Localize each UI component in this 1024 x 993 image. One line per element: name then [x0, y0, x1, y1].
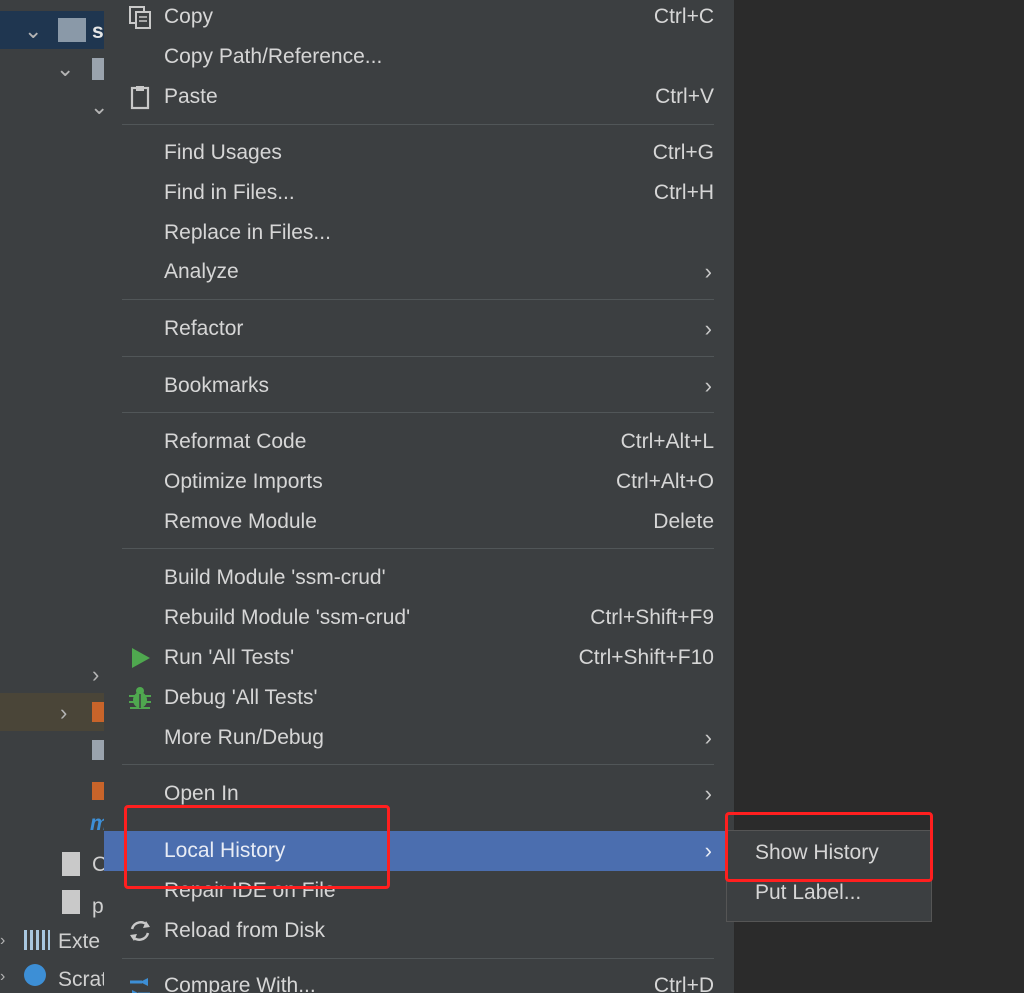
menu-item-label: Reformat Code: [164, 430, 307, 453]
menu-separator: [122, 548, 714, 549]
chevron-down-icon[interactable]: ⌄: [24, 20, 42, 42]
annotation-highlight-box: [124, 805, 390, 889]
file-icon: [92, 740, 104, 760]
menu-item-build-module[interactable]: Build Module 'ssm-crud': [104, 558, 734, 598]
menu-item-label: Paste: [164, 85, 218, 108]
menu-item-copy[interactable]: Copy Ctrl+C: [104, 0, 734, 37]
menu-item-label: More Run/Debug: [164, 726, 324, 749]
tree-row-selected[interactable]: [0, 11, 104, 49]
file-icon: [62, 890, 80, 914]
menu-item-label: Find Usages: [164, 141, 282, 164]
menu-item-rebuild-module[interactable]: Rebuild Module 'ssm-crud' Ctrl+Shift+F9: [104, 598, 734, 638]
menu-item-label: Refactor: [164, 317, 244, 340]
menu-item-shortcut: Delete: [653, 510, 714, 533]
tree-item-label[interactable]: p: [92, 895, 104, 919]
chevron-right-icon[interactable]: ›: [92, 664, 99, 686]
tree-item-label[interactable]: s: [92, 20, 104, 44]
chevron-right-icon: ›: [704, 373, 712, 398]
tree-item-label[interactable]: Exte: [58, 930, 100, 954]
menu-item-find-in-files[interactable]: Find in Files... Ctrl+H: [104, 173, 734, 213]
paste-icon: [130, 86, 150, 110]
menu-item-paste[interactable]: Paste Ctrl+V: [104, 77, 734, 117]
menu-item-label: Copy Path/Reference...: [164, 45, 383, 68]
menu-item-label: Build Module 'ssm-crud': [164, 566, 386, 589]
chevron-right-icon[interactable]: ›: [0, 930, 5, 952]
chevron-right-icon: ›: [704, 838, 712, 863]
annotation-highlight-box: [725, 812, 933, 882]
menu-item-debug-all-tests[interactable]: Debug 'All Tests': [104, 678, 734, 718]
chevron-down-icon[interactable]: ⌄: [90, 96, 104, 118]
menu-separator: [122, 299, 714, 300]
menu-item-optimize-imports[interactable]: Optimize Imports Ctrl+Alt+O: [104, 462, 734, 502]
menu-item-label: Copy: [164, 5, 214, 28]
menu-item-shortcut: Ctrl+Shift+F10: [578, 646, 714, 669]
menu-item-bookmarks[interactable]: Bookmarks ›: [104, 366, 734, 406]
menu-separator: [122, 412, 714, 413]
folder-icon: [92, 58, 104, 80]
chevron-right-icon[interactable]: ›: [0, 966, 5, 988]
menu-item-label: Analyze: [164, 260, 239, 283]
menu-item-shortcut: Ctrl+H: [653, 181, 714, 204]
project-tree-panel: ⌄ s ⌄ ⌄ › › m C p › Exte › Scrat: [0, 0, 104, 993]
menu-item-run-all-tests[interactable]: Run 'All Tests' Ctrl+Shift+F10: [104, 638, 734, 678]
menu-item-shortcut: Ctrl+G: [652, 141, 714, 164]
chevron-right-icon: ›: [704, 316, 712, 341]
menu-separator: [122, 958, 714, 959]
tree-item-label[interactable]: C: [92, 853, 104, 877]
menu-item-label: Compare With...: [164, 974, 316, 993]
menu-item-label: Debug 'All Tests': [164, 686, 318, 709]
menu-item-label: Replace in Files...: [164, 221, 331, 244]
menu-separator: [122, 764, 714, 765]
menu-item-shortcut: Ctrl+V: [655, 85, 714, 108]
markdown-file-icon: m: [90, 812, 104, 836]
copy-icon: [129, 6, 151, 29]
menu-item-shortcut: Ctrl+C: [653, 5, 714, 28]
tree-item-label[interactable]: Scrat: [58, 968, 104, 992]
chevron-right-icon: ›: [704, 781, 712, 806]
menu-item-shortcut: Ctrl+Shift+F9: [590, 606, 714, 629]
menu-item-compare-with[interactable]: Compare With... Ctrl+D: [104, 966, 734, 993]
folder-icon: [92, 702, 104, 722]
menu-item-replace-in-files[interactable]: Replace in Files...: [104, 213, 734, 253]
menu-item-shortcut: Ctrl+Alt+O: [615, 470, 714, 493]
menu-separator: [122, 124, 714, 125]
run-icon: [132, 648, 150, 668]
menu-item-label: Optimize Imports: [164, 470, 323, 493]
menu-item-find-usages[interactable]: Find Usages Ctrl+G: [104, 133, 734, 173]
menu-item-shortcut: Ctrl+Alt+L: [620, 430, 714, 453]
menu-item-label: Remove Module: [164, 510, 317, 533]
menu-item-label: Reload from Disk: [164, 919, 326, 942]
folder-icon: [58, 18, 86, 42]
menu-item-reload-from-disk[interactable]: Reload from Disk: [104, 911, 734, 951]
menu-item-label: Find in Files...: [164, 181, 295, 204]
chevron-down-icon[interactable]: ⌄: [56, 58, 74, 80]
menu-item-label: Rebuild Module 'ssm-crud': [164, 606, 411, 629]
chevron-right-icon: ›: [704, 725, 712, 750]
menu-item-refactor[interactable]: Refactor ›: [104, 309, 734, 349]
reload-icon: [130, 921, 150, 941]
xml-file-icon: [92, 782, 104, 800]
menu-item-reformat-code[interactable]: Reformat Code Ctrl+Alt+L: [104, 422, 734, 462]
tree-row-highlighted[interactable]: [0, 693, 104, 731]
external-libraries-icon: [24, 930, 50, 950]
scratches-icon: [24, 964, 46, 986]
menu-separator: [122, 356, 714, 357]
menu-item-remove-module[interactable]: Remove Module Delete: [104, 502, 734, 542]
menu-item-analyze[interactable]: Analyze ›: [104, 252, 734, 292]
menu-item-copy-path[interactable]: Copy Path/Reference...: [104, 37, 734, 77]
chevron-right-icon: ›: [704, 259, 712, 284]
menu-item-more-run-debug[interactable]: More Run/Debug ›: [104, 718, 734, 758]
menu-item-shortcut: Ctrl+D: [653, 974, 714, 993]
menu-item-label: Run 'All Tests': [164, 646, 295, 669]
chevron-right-icon[interactable]: ›: [60, 702, 67, 724]
compare-icon: [130, 978, 150, 993]
menu-item-label: Bookmarks: [164, 374, 270, 397]
debug-bug-icon: [129, 687, 151, 709]
file-icon: [62, 852, 80, 876]
